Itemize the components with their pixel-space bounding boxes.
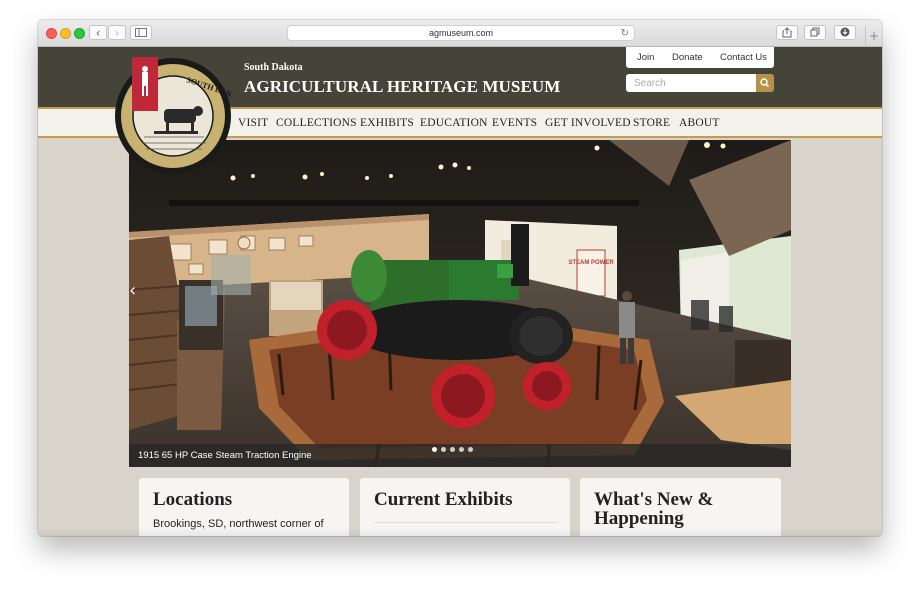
- search-icon: [760, 78, 770, 88]
- sidebar-button[interactable]: [130, 25, 152, 40]
- slide-dot-5[interactable]: [468, 447, 473, 452]
- hero-photo: STEAM POWER: [129, 140, 791, 467]
- reload-icon[interactable]: ↻: [621, 26, 629, 41]
- minimize-window-button[interactable]: [60, 28, 71, 39]
- browser-toolbar: ‹ › agmuseum.com ↻ +: [38, 20, 882, 47]
- new-tab-button[interactable]: +: [865, 26, 882, 46]
- nav-item-about[interactable]: ABOUT: [679, 117, 720, 129]
- current-exhibits-heading: Current Exhibits: [374, 489, 513, 510]
- url-text: agmuseum.com: [428, 28, 494, 38]
- tabs-button[interactable]: [804, 25, 826, 40]
- donate-link[interactable]: Donate: [672, 52, 703, 63]
- nav-item-exhibits[interactable]: EXHIBITS: [360, 117, 414, 129]
- downloads-button[interactable]: [834, 25, 856, 40]
- slide-dot-4[interactable]: [459, 447, 464, 452]
- join-link[interactable]: Join: [637, 52, 654, 63]
- chevron-right-icon: ›: [114, 26, 120, 40]
- hero-slideshow: STEAM POWER ‹ 1915 65 HP Case Steam Trac…: [129, 140, 791, 467]
- nav-item-events[interactable]: EVENTS: [492, 117, 537, 129]
- steam-power-sign: STEAM POWER: [568, 260, 614, 266]
- window-bottom-edge: [38, 528, 882, 536]
- chevron-left-icon: ‹: [95, 26, 101, 40]
- slide-dot-2[interactable]: [441, 447, 446, 452]
- sidebar-icon: [135, 28, 147, 37]
- contact-link[interactable]: Contact Us: [720, 52, 767, 63]
- whats-new-heading: What's New & Happening: [594, 489, 714, 529]
- download-icon: [840, 27, 850, 37]
- search-button[interactable]: [756, 74, 774, 92]
- nav-item-visit[interactable]: VISIT: [238, 117, 268, 129]
- nav-item-store[interactable]: STORE: [633, 117, 670, 129]
- search-input[interactable]: [626, 74, 757, 92]
- utility-nav: Join Donate Contact Us: [626, 47, 774, 68]
- locations-heading: Locations: [153, 489, 233, 510]
- site-subtitle: South Dakota: [244, 62, 303, 73]
- nav-item-get-involved[interactable]: GET INVOLVED: [545, 117, 631, 129]
- slide-dot-1[interactable]: [432, 447, 437, 452]
- slide-dot-3[interactable]: [450, 447, 455, 452]
- share-icon: [782, 27, 792, 38]
- address-bar[interactable]: agmuseum.com ↻: [287, 25, 635, 41]
- slide-caption: 1915 65 HP Case Steam Traction Engine: [138, 450, 312, 461]
- close-window-button[interactable]: [46, 28, 57, 39]
- zoom-window-button[interactable]: [74, 28, 85, 39]
- card-divider: [374, 522, 558, 523]
- previous-slide-arrow[interactable]: ‹: [129, 280, 141, 302]
- nav-item-collections[interactable]: COLLECTIONS: [276, 117, 357, 129]
- browser-window: ‹ › agmuseum.com ↻ + South Dakota AGRICU…: [38, 20, 882, 536]
- museum-logo[interactable]: SOUTH DAKOTA: [114, 45, 250, 175]
- forward-button[interactable]: ›: [108, 25, 126, 40]
- site-title[interactable]: AGRICULTURAL HERITAGE MUSEUM: [244, 77, 560, 97]
- back-button[interactable]: ‹: [89, 25, 107, 40]
- tabs-icon: [810, 27, 820, 37]
- share-button[interactable]: [776, 25, 798, 40]
- nav-item-education[interactable]: EDUCATION: [420, 117, 488, 129]
